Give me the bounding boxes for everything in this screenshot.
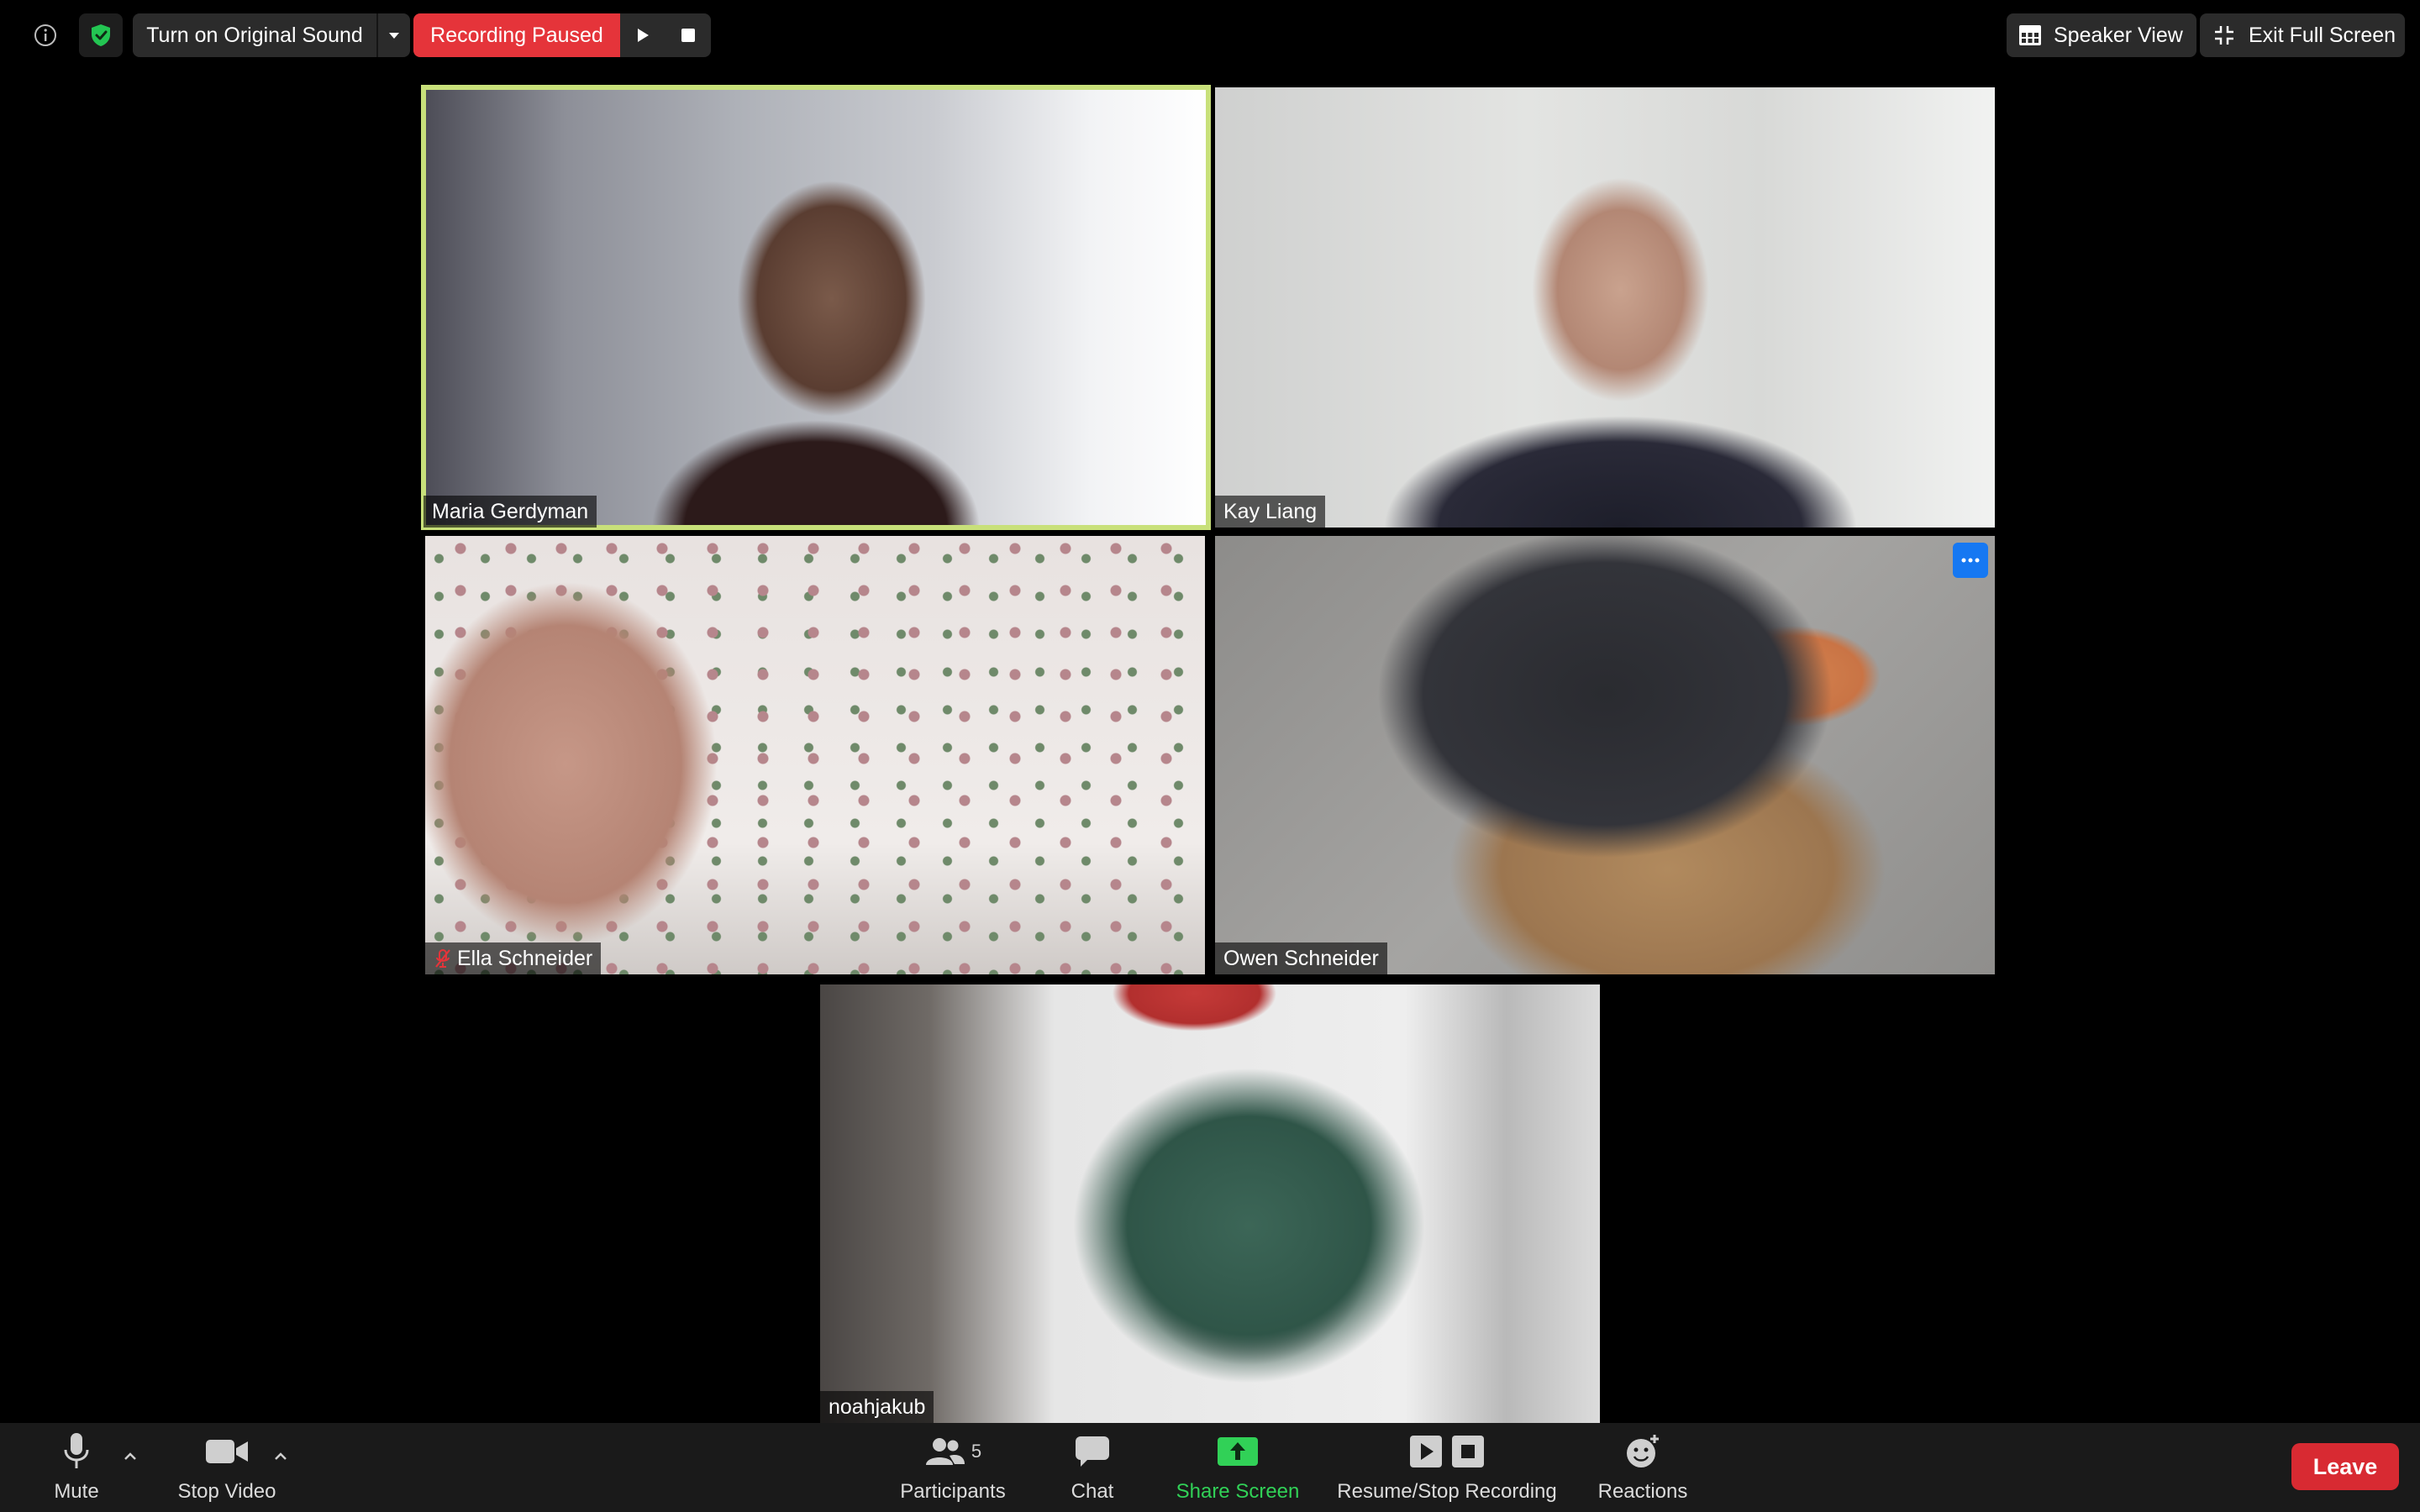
- chat-button[interactable]: Chat: [1055, 1423, 1129, 1512]
- encryption-status-button[interactable]: [79, 13, 123, 57]
- original-sound-button[interactable]: Turn on Original Sound: [133, 13, 378, 57]
- info-icon: [34, 24, 56, 46]
- participants-button[interactable]: 5 Participants: [889, 1423, 1017, 1512]
- mute-button[interactable]: Mute: [42, 1423, 111, 1512]
- stop-icon: [681, 29, 695, 42]
- participant-name: Maria Gerdyman: [432, 499, 589, 523]
- participant-name: Owen Schneider: [1223, 946, 1379, 970]
- leave-meeting-button[interactable]: Leave: [2291, 1443, 2399, 1490]
- microphone-icon: [64, 1433, 89, 1468]
- resume-stop-recording-button[interactable]: Resume/Stop Recording: [1329, 1423, 1565, 1512]
- participants-label: Participants: [900, 1480, 1006, 1503]
- shield-check-icon: [92, 24, 110, 46]
- participants-count: 5: [971, 1441, 982, 1462]
- more-dots-icon: [1961, 558, 1980, 563]
- exit-full-screen-label: Exit Full Screen: [2249, 23, 2396, 47]
- meeting-info-button[interactable]: [24, 13, 67, 57]
- participant-name-label: noahjakub: [820, 1391, 934, 1423]
- top-bar: Turn on Original Sound Recording Paused …: [0, 0, 2420, 71]
- participant-name: Kay Liang: [1223, 499, 1318, 523]
- share-screen-icon: [1218, 1437, 1258, 1466]
- video-tile-maria-gerdyman[interactable]: Maria Gerdyman: [421, 85, 1211, 530]
- stop-video-button[interactable]: Stop Video: [168, 1423, 286, 1512]
- recording-status-badge: Recording Paused: [413, 13, 620, 57]
- grid-icon: [2019, 25, 2041, 45]
- video-options-caret[interactable]: [271, 1446, 291, 1467]
- chevron-up-icon: [275, 1452, 287, 1460]
- dropdown-caret-icon: [389, 33, 399, 39]
- chevron-up-icon: [124, 1452, 136, 1460]
- video-camera-icon: [206, 1440, 248, 1463]
- video-tile-owen-schneider[interactable]: Owen Schneider: [1215, 536, 1995, 974]
- exit-full-screen-button[interactable]: Exit Full Screen: [2200, 13, 2405, 57]
- participant-name-label: Ella Schneider: [425, 942, 602, 974]
- original-sound-dropdown[interactable]: [378, 13, 410, 57]
- play-icon: [638, 29, 649, 42]
- add-reaction-icon: [1627, 1435, 1659, 1467]
- meeting-controls-toolbar: Mute Stop Video 5 Participants Chat Shar…: [0, 1423, 2420, 1512]
- speaker-view-button[interactable]: Speaker View: [2007, 13, 2196, 57]
- stop-video-label: Stop Video: [177, 1480, 276, 1503]
- participant-name-label: Owen Schneider: [1215, 942, 1387, 974]
- stop-recording-button[interactable]: [666, 13, 711, 57]
- tile-more-options-button[interactable]: [1953, 543, 1988, 578]
- reactions-label: Reactions: [1597, 1480, 1688, 1503]
- video-tile-noahjakub[interactable]: noahjakub: [820, 984, 1600, 1423]
- reactions-button[interactable]: Reactions: [1588, 1423, 1697, 1512]
- participant-name: Ella Schneider: [457, 946, 593, 970]
- share-screen-label: Share Screen: [1176, 1480, 1300, 1503]
- chat-bubble-icon: [1076, 1436, 1109, 1467]
- muted-mic-icon: [435, 949, 450, 968]
- participant-name: noahjakub: [829, 1394, 926, 1419]
- recording-label: Resume/Stop Recording: [1337, 1480, 1557, 1503]
- video-tile-kay-liang[interactable]: Kay Liang: [1215, 87, 1995, 528]
- audio-options-caret[interactable]: [120, 1446, 140, 1467]
- video-tile-ella-schneider[interactable]: Ella Schneider: [425, 536, 1205, 974]
- resume-recording-icon: [1410, 1436, 1442, 1467]
- share-screen-button[interactable]: Share Screen: [1168, 1423, 1307, 1512]
- participant-name-label: Maria Gerdyman: [424, 496, 597, 528]
- stop-recording-icon: [1452, 1436, 1484, 1467]
- recording-controls: Recording Paused: [413, 13, 711, 57]
- exit-fullscreen-icon: [2215, 26, 2233, 45]
- chat-label: Chat: [1071, 1480, 1114, 1503]
- participants-icon: [925, 1438, 965, 1465]
- speaker-view-label: Speaker View: [2054, 23, 2183, 47]
- original-sound-control: Turn on Original Sound: [133, 13, 410, 57]
- mute-label: Mute: [54, 1480, 99, 1503]
- resume-recording-button[interactable]: [620, 13, 666, 57]
- participant-name-label: Kay Liang: [1215, 496, 1326, 528]
